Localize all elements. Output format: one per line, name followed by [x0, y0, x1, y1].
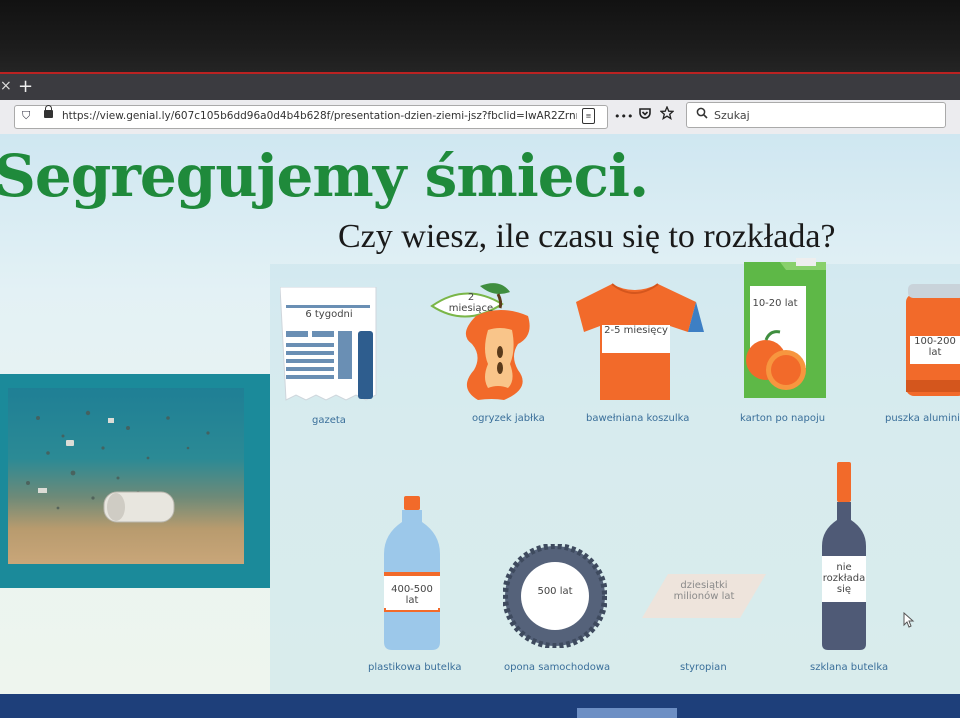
- glass-bottle-icon: [822, 462, 866, 650]
- underwater-litter-photo: [8, 388, 244, 564]
- lock-icon[interactable]: [44, 105, 53, 118]
- url-text[interactable]: https://view.genial.ly/607c105b6dd96a0d4…: [62, 110, 577, 122]
- item-time-label: nie rozkłada się: [822, 562, 866, 595]
- item-caption: gazeta: [312, 415, 346, 426]
- bookmark-star-icon[interactable]: [659, 105, 675, 124]
- item-time-label: 6 tygodni: [290, 309, 368, 323]
- more-actions-icon[interactable]: •••: [614, 110, 633, 123]
- item-caption: ogryzek jabłka: [472, 413, 545, 424]
- bottom-bar-button[interactable]: [577, 708, 677, 718]
- item-caption: plastikowa butelka: [368, 662, 462, 673]
- slide-subtitle: Czy wiesz, ile czasu się to rozkłada?: [338, 218, 836, 255]
- item-caption: karton po napoju: [740, 413, 826, 424]
- tracking-protection-icon[interactable]: ⛉: [22, 109, 30, 123]
- juice-carton-icon: [744, 258, 826, 398]
- pocket-icon[interactable]: [638, 106, 652, 124]
- item-time-label: 10-20 lat: [750, 298, 800, 326]
- monitor-bezel: [0, 0, 960, 78]
- item-caption: opona samochodowa: [504, 662, 611, 673]
- item-caption: szklana butelka: [810, 662, 889, 673]
- item-time-label: 400-500 lat: [386, 584, 438, 610]
- presentation-bottom-bar: [0, 694, 960, 718]
- item-time-label: 500 lat: [537, 586, 573, 597]
- item-time-label: 100-200 lat: [910, 336, 960, 364]
- newspaper-icon: [280, 287, 377, 401]
- item-time-label: 2-5 miesięcy: [602, 325, 670, 353]
- item-time-label: 2 miesiące: [448, 292, 494, 314]
- item-caption: puszka aluminiowa: [885, 413, 960, 424]
- mouse-cursor-icon: [903, 611, 915, 632]
- search-placeholder[interactable]: Szukaj: [714, 109, 750, 122]
- item-caption: styropian: [680, 662, 727, 673]
- item-caption: bawełniana koszulka: [586, 413, 690, 424]
- item-time-label: dziesiątki milionów lat: [673, 580, 735, 602]
- close-tab-icon[interactable]: ×: [0, 78, 12, 94]
- reader-view-icon[interactable]: ≡: [582, 108, 595, 124]
- slide-title: Segregujemy śmieci.: [0, 142, 649, 210]
- new-tab-button[interactable]: +: [18, 76, 33, 97]
- plastic-bottle-icon: [384, 496, 440, 650]
- search-icon: [696, 107, 708, 122]
